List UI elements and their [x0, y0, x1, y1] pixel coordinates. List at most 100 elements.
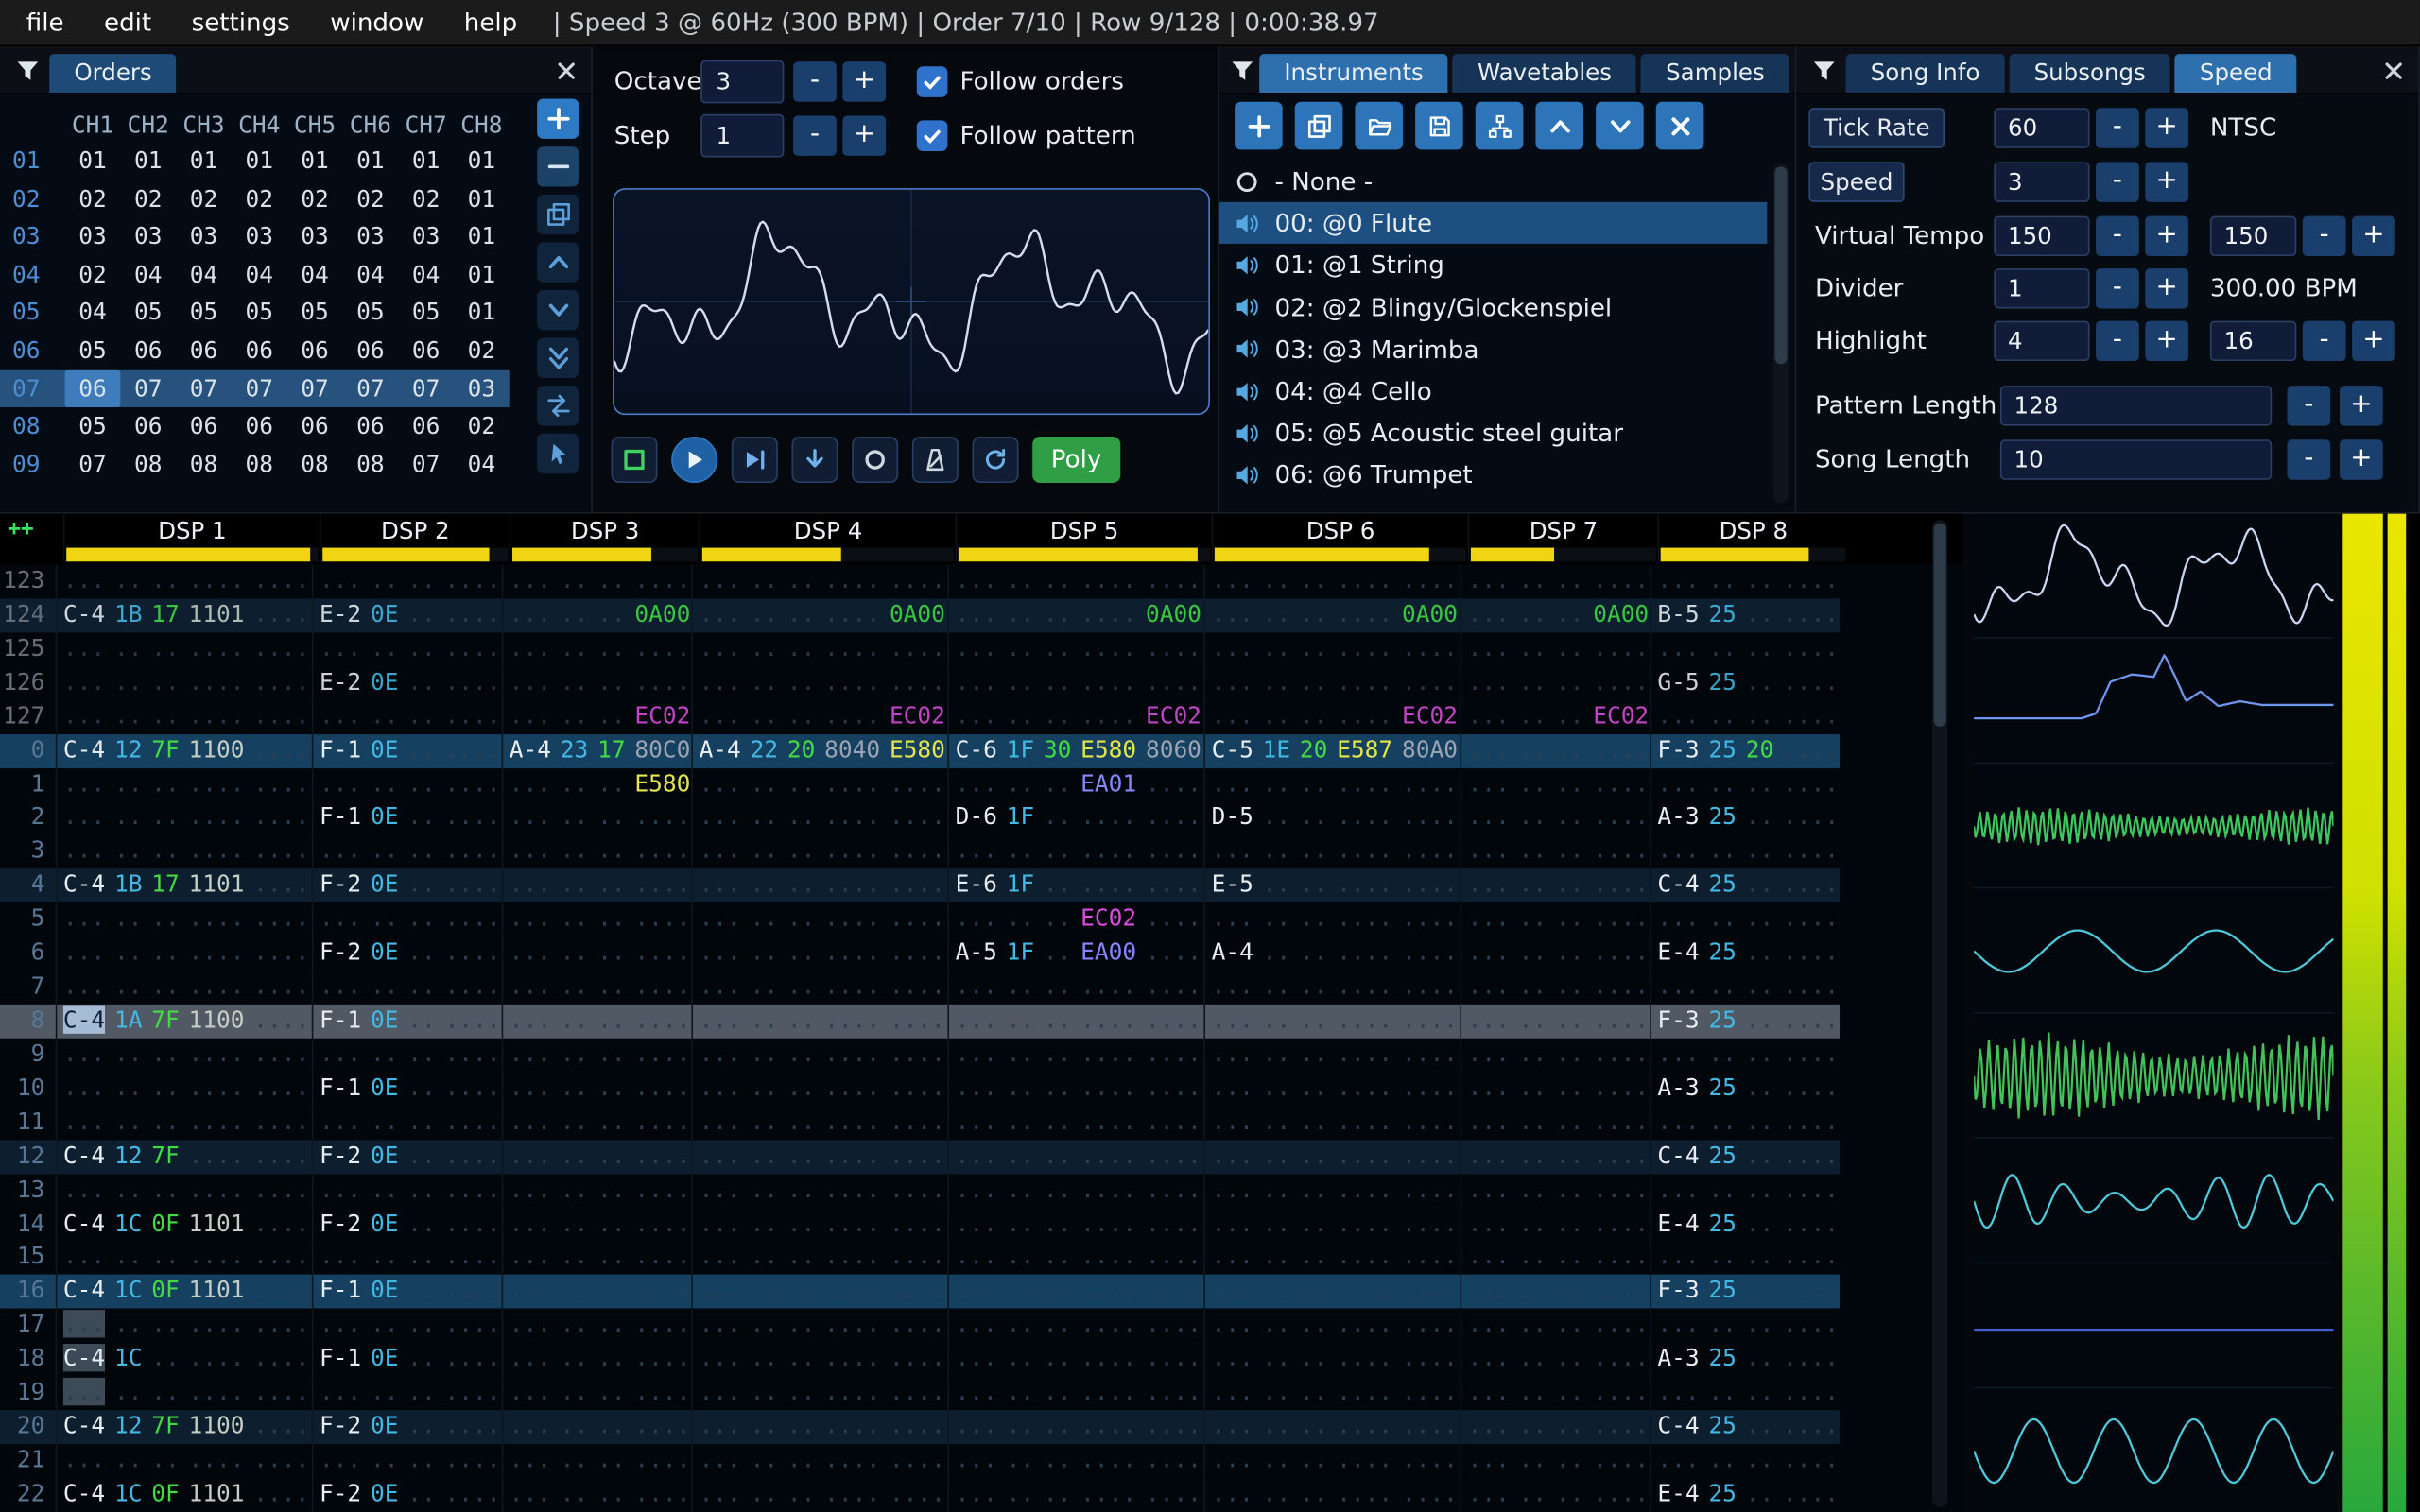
orders-cell[interactable]: 02: [454, 332, 510, 369]
pattern-row[interactable]: 123.....................................…: [0, 564, 1840, 599]
pattern-cell[interactable]: ...............: [947, 1342, 1203, 1377]
pattern-cell[interactable]: F-3 25......: [1650, 1275, 1840, 1309]
orders-cell[interactable]: 06: [120, 407, 176, 445]
pattern-cell[interactable]: ...........: [311, 1444, 502, 1478]
pattern-row[interactable]: 11......................................…: [0, 1106, 1840, 1140]
close-icon[interactable]: [554, 59, 579, 83]
pattern-cell[interactable]: ...........: [1650, 632, 1840, 666]
instrument-item[interactable]: 00: @0 Flute: [1219, 202, 1768, 245]
pattern-cell[interactable]: ...............: [55, 801, 312, 835]
pattern-cell[interactable]: ...........: [501, 868, 692, 903]
orders-cell[interactable]: 07: [65, 445, 121, 483]
pattern-cell[interactable]: ...........: [1460, 1241, 1650, 1276]
orders-cell[interactable]: 02: [176, 180, 232, 217]
pattern-cell[interactable]: ...........: [1460, 564, 1650, 599]
pattern-cell[interactable]: A-3 25......: [1650, 1072, 1840, 1107]
pattern-cell[interactable]: ...............: [55, 834, 312, 869]
follow-orders-checkbox[interactable]: [916, 66, 948, 97]
pattern-cell[interactable]: ...............: [55, 902, 312, 937]
pattern-length-input[interactable]: [1999, 386, 2273, 426]
pattern-cell[interactable]: C-4 1C 0F 1101....: [55, 1477, 312, 1512]
pattern-cell[interactable]: C-6 1F 30 E580 8060: [947, 733, 1203, 768]
virtual-tempo-numerator-increase-button[interactable]: +: [2145, 215, 2189, 257]
pattern-cell[interactable]: ...........: [1460, 632, 1650, 666]
orders-cell[interactable]: 02: [398, 180, 454, 217]
instrument-save-button[interactable]: [1415, 101, 1463, 150]
pattern-cell[interactable]: ...............: [691, 971, 947, 1005]
instrument-toggle-folders-button[interactable]: [1475, 101, 1524, 150]
pattern-cell[interactable]: ...............: [1203, 1477, 1460, 1512]
pattern-cell[interactable]: ...............: [947, 1173, 1203, 1208]
orders-cell[interactable]: 04: [454, 445, 510, 483]
pattern-cell[interactable]: ...............: [691, 868, 947, 903]
pattern-cell[interactable]: D-6 1F..........: [947, 801, 1203, 835]
step-decrease-button[interactable]: -: [793, 115, 837, 156]
song-length-input[interactable]: [1999, 439, 2273, 480]
pattern-cell[interactable]: ...............: [55, 936, 312, 971]
pattern-cell[interactable]: A-3 25......: [1650, 801, 1840, 835]
pattern-cell[interactable]: ...........: [1460, 1004, 1650, 1039]
pattern-row[interactable]: 4 C-4 1B 17 1101.... F-2 0E...................…: [0, 868, 1841, 903]
orders-cell[interactable]: 08: [176, 445, 232, 483]
pattern-cell[interactable]: ...............: [947, 834, 1203, 869]
pattern-cell[interactable]: ...............: [1203, 1038, 1460, 1073]
orders-cell[interactable]: 03: [342, 218, 398, 256]
order-select-mode-button[interactable]: [537, 433, 579, 474]
pattern-cell[interactable]: ...........: [311, 902, 502, 937]
pattern-cell[interactable]: ...............: [55, 1376, 312, 1411]
pattern-cell[interactable]: ...........: [501, 1241, 692, 1276]
pattern-cell[interactable]: ...........: [501, 1477, 692, 1512]
pattern-cell[interactable]: C-4 1C 0F 1101....: [55, 1207, 312, 1242]
pattern-cell[interactable]: ...............: [1203, 1241, 1460, 1276]
pattern-cell[interactable]: ...........: [501, 1308, 692, 1343]
pattern-cell[interactable]: ....... 0A00: [1460, 598, 1650, 633]
close-icon[interactable]: [2381, 59, 2406, 83]
pattern-cell[interactable]: ...............: [691, 1376, 947, 1411]
pattern-cell[interactable]: ...........: [501, 1038, 692, 1073]
pattern-cell[interactable]: ...........: [1460, 1444, 1650, 1478]
pattern-row[interactable]: 21......................................…: [0, 1444, 1840, 1478]
orders-cell[interactable]: 04: [120, 256, 176, 294]
pattern-cell[interactable]: C-4 25......: [1650, 1139, 1840, 1174]
pattern-cell[interactable]: ...............: [691, 1410, 947, 1445]
pattern-cell[interactable]: ....... E580: [501, 767, 692, 802]
orders-cell[interactable]: 05: [287, 294, 343, 332]
pattern-cell[interactable]: ...........: [501, 1410, 692, 1445]
pattern-cell[interactable]: ....... EC02....: [947, 902, 1203, 937]
pattern-scrollbar[interactable]: [1932, 520, 1948, 1508]
instrument-none-item[interactable]: - None -: [1219, 161, 1768, 202]
channel-header[interactable]: DSP 2: [320, 513, 510, 562]
pattern-cell[interactable]: ...........: [501, 1376, 692, 1411]
pattern-cell[interactable]: ...............: [55, 1444, 312, 1478]
pattern-cell[interactable]: ...............: [691, 1072, 947, 1107]
pattern-cell[interactable]: ...........: [1460, 665, 1650, 700]
pattern-cell[interactable]: ...........: [501, 665, 692, 700]
pattern-cell[interactable]: ...........: [1460, 1308, 1650, 1343]
pattern-cell[interactable]: ...........: [501, 1342, 692, 1377]
orders-cell[interactable]: 01: [176, 142, 232, 180]
pattern-cell[interactable]: E-5............: [1203, 868, 1460, 903]
orders-row[interactable]: 09 07 08 08 08 08 08 07 04: [0, 445, 510, 483]
scrollbar-thumb[interactable]: [1933, 523, 1946, 727]
pattern-cell[interactable]: ...........: [1460, 902, 1650, 937]
orders-cell[interactable]: 06: [398, 332, 454, 369]
filter-icon[interactable]: [10, 54, 44, 88]
order-move-to-bottom-button[interactable]: [537, 337, 579, 378]
pattern-cell[interactable]: ...............: [1203, 1173, 1460, 1208]
orders-cell[interactable]: 04: [398, 256, 454, 294]
pattern-cell[interactable]: ...............: [947, 1072, 1203, 1107]
pattern-row[interactable]: 9.......................................…: [0, 1038, 1840, 1073]
pattern-cell[interactable]: ...........: [311, 834, 502, 869]
pattern-cell[interactable]: ...............: [55, 564, 312, 599]
pattern-row[interactable]: 8 C-4 1A 7F 1100.... F-1 0E...................…: [0, 1004, 1841, 1039]
pattern-cell[interactable]: C-4 12 7F........: [55, 1139, 312, 1174]
speed-input[interactable]: [1994, 162, 2090, 202]
pattern-cell[interactable]: ...........: [311, 1038, 502, 1073]
pattern-cell[interactable]: ...........: [1650, 1241, 1840, 1276]
pattern-cell[interactable]: ...........: [501, 834, 692, 869]
pattern-cell[interactable]: F-3 25......: [1650, 1004, 1840, 1039]
orders-cell[interactable]: 07: [398, 445, 454, 483]
virtual-tempo-denominator-decrease-button[interactable]: -: [2302, 215, 2346, 257]
pattern-cell[interactable]: ........... 0A00: [947, 598, 1203, 633]
orders-cell[interactable]: 05: [120, 294, 176, 332]
